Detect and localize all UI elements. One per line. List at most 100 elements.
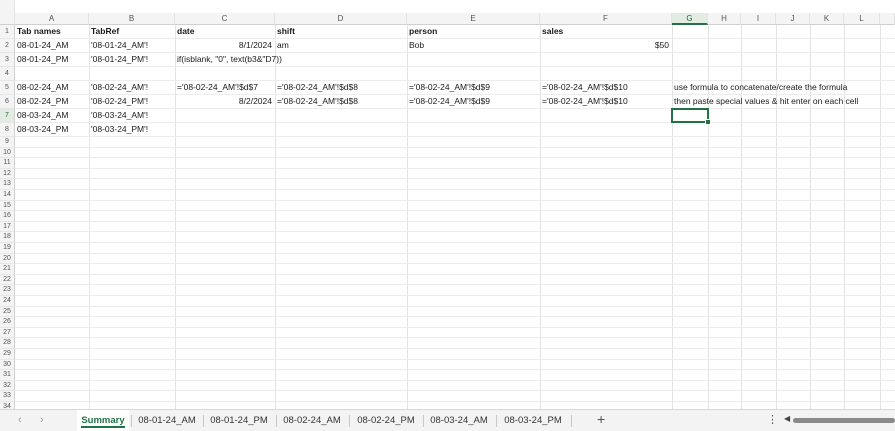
cell-a1[interactable]: Tab names — [15, 25, 89, 37]
row-header-15[interactable]: 15 — [0, 200, 15, 212]
row-header-29[interactable]: 29 — [0, 349, 15, 360]
sheet-tab-08-02-24-am[interactable]: 08-02-24_AM — [278, 410, 346, 431]
column-header-h[interactable]: H — [708, 13, 741, 25]
cell-b8[interactable]: '08-03-24_PM'! — [89, 123, 148, 135]
cell-f1[interactable]: sales — [540, 25, 672, 37]
row-header-32[interactable]: 32 — [0, 380, 15, 392]
cell-f6[interactable]: ='08-02-24_AM'!$d$10 — [540, 95, 628, 107]
row-header-22[interactable]: 22 — [0, 274, 15, 286]
chevron-right-icon[interactable]: › — [40, 414, 44, 426]
row-header-8[interactable]: 8 — [0, 123, 15, 137]
cell-b6[interactable]: '08-02-24_PM'! — [89, 95, 148, 107]
cell-f5[interactable]: ='08-02-24_AM'!$d$10 — [540, 81, 628, 93]
row-header-13[interactable]: 13 — [0, 179, 15, 190]
sheet-tab-08-03-24-am[interactable]: 08-03-24_AM — [425, 410, 493, 431]
gridline — [15, 136, 895, 137]
cell-b3[interactable]: '08-01-24_PM'! — [89, 53, 148, 65]
cell-b1[interactable]: TabRef — [89, 25, 175, 37]
row-header-27[interactable]: 27 — [0, 327, 15, 339]
sheet-tab-08-03-24-pm[interactable]: 08-03-24_PM — [498, 410, 568, 431]
fill-handle[interactable] — [705, 119, 711, 125]
cell-d1[interactable]: shift — [275, 25, 407, 37]
row-header-4[interactable]: 4 — [0, 67, 15, 81]
column-header-a[interactable]: A — [15, 13, 89, 25]
cell-c6[interactable]: 8/2/2024 — [175, 95, 275, 107]
row-header-14[interactable]: 14 — [0, 190, 15, 201]
row-header-6[interactable]: 6 — [0, 95, 15, 109]
row-header-26[interactable]: 26 — [0, 317, 15, 328]
row-header-19[interactable]: 19 — [0, 243, 15, 254]
row-header-2[interactable]: 2 — [0, 39, 15, 53]
column-header-l[interactable]: L — [844, 13, 880, 25]
cell-g5[interactable]: use formula to concatenate/create the fo… — [672, 81, 847, 93]
cell-e2[interactable]: Bob — [407, 39, 424, 51]
cell-c5[interactable]: ='08-02-24_AM'!$d$7 — [175, 81, 258, 93]
row-header-18[interactable]: 18 — [0, 232, 15, 243]
row-header-33[interactable]: 33 — [0, 391, 15, 402]
column-header-j[interactable]: J — [776, 13, 810, 25]
column-header-g[interactable]: G — [672, 13, 708, 25]
cell-a2[interactable]: 08-01-24_AM — [15, 39, 69, 51]
cell-c3[interactable]: if(isblank, "0", text(b3&"D7)) — [175, 53, 282, 65]
row-header-25[interactable]: 25 — [0, 306, 15, 318]
cell-b5[interactable]: '08-02-24_AM'! — [89, 81, 148, 93]
gridline — [15, 358, 895, 360]
column-header-f[interactable]: F — [540, 13, 672, 25]
cell-a7[interactable]: 08-03-24_AM — [15, 109, 69, 121]
row-header-7[interactable]: 7 — [0, 109, 15, 123]
row-header-24[interactable]: 24 — [0, 296, 15, 307]
horizontal-scrollbar[interactable] — [793, 418, 895, 423]
row-header-21[interactable]: 21 — [0, 264, 15, 275]
column-header-d[interactable]: D — [275, 13, 407, 25]
triangle-left-icon[interactable]: ◀ — [784, 414, 790, 423]
row-header-17[interactable]: 17 — [0, 221, 15, 233]
sheet-tab-08-01-24-pm[interactable]: 08-01-24_PM — [205, 410, 273, 431]
gridline — [15, 66, 895, 67]
cell-e6[interactable]: ='08-02-24_AM'!$d$9 — [407, 95, 490, 107]
cell-b7[interactable]: '08-03-24_AM'! — [89, 109, 148, 121]
cell-b2[interactable]: '08-01-24_AM'! — [89, 39, 148, 51]
select-all-corner[interactable] — [0, 0, 15, 25]
cell-c2[interactable]: 8/1/2024 — [175, 39, 275, 51]
row-header-9[interactable]: 9 — [0, 137, 15, 148]
row-header-5[interactable]: 5 — [0, 81, 15, 95]
row-header-31[interactable]: 31 — [0, 370, 15, 381]
sheet-tab-08-02-24-pm[interactable]: 08-02-24_PM — [352, 410, 420, 431]
gridline — [15, 146, 895, 148]
column-header-i[interactable]: I — [741, 13, 776, 25]
sheet-tab-08-01-24-am[interactable]: 08-01-24_AM — [133, 410, 201, 431]
cell-e5[interactable]: ='08-02-24_AM'!$d$9 — [407, 81, 490, 93]
row-header-30[interactable]: 30 — [0, 359, 15, 371]
cell-d2[interactable]: am — [275, 39, 289, 51]
row-header-20[interactable]: 20 — [0, 253, 15, 265]
column-header-k[interactable]: K — [810, 13, 844, 25]
cell-f2[interactable]: $50 — [540, 39, 672, 51]
row-header-11[interactable]: 11 — [0, 158, 15, 169]
cell-g6[interactable]: then paste special values & hit enter on… — [672, 95, 858, 107]
plus-icon[interactable]: + — [597, 411, 605, 427]
cell-a5[interactable]: 08-02-24_AM — [15, 81, 69, 93]
cell-e1[interactable]: person — [407, 25, 540, 37]
vertical-ellipsis-icon[interactable]: ⋮ — [767, 413, 778, 426]
formula-bar-area — [15, 0, 895, 13]
tab-divider — [496, 415, 497, 427]
row-header-16[interactable]: 16 — [0, 211, 15, 222]
row-header-28[interactable]: 28 — [0, 338, 15, 349]
cell-d5[interactable]: ='08-02-24_AM'!$d$8 — [275, 81, 358, 93]
active-cell-g7[interactable] — [671, 108, 709, 123]
cell-a6[interactable]: 08-02-24_PM — [15, 95, 69, 107]
cell-d6[interactable]: ='08-02-24_AM'!$d$8 — [275, 95, 358, 107]
row-header-12[interactable]: 12 — [0, 168, 15, 180]
row-header-1[interactable]: 1 — [0, 25, 15, 39]
row-header-23[interactable]: 23 — [0, 285, 15, 296]
column-header-b[interactable]: B — [89, 13, 175, 25]
cell-a3[interactable]: 08-01-24_PM — [15, 53, 69, 65]
column-header-c[interactable]: C — [175, 13, 275, 25]
column-header-e[interactable]: E — [407, 13, 540, 25]
chevron-left-icon[interactable]: ‹ — [18, 414, 22, 426]
cell-c1[interactable]: date — [175, 25, 275, 37]
row-header-3[interactable]: 3 — [0, 53, 15, 67]
row-header-10[interactable]: 10 — [0, 147, 15, 159]
cell-a8[interactable]: 08-03-24_PM — [15, 123, 69, 135]
sheet-tab-summary[interactable]: Summary — [77, 410, 129, 431]
